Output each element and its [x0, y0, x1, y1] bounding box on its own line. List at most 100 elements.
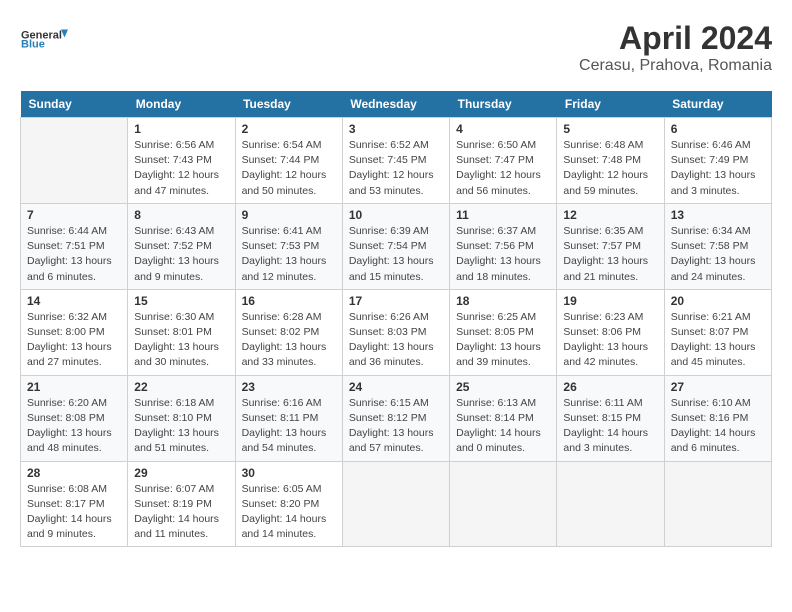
- calendar-cell: 2 Sunrise: 6:54 AMSunset: 7:44 PMDaylight…: [235, 118, 342, 204]
- day-number: 3: [349, 122, 443, 136]
- day-info: Sunrise: 6:34 AMSunset: 7:58 PMDaylight:…: [671, 224, 765, 285]
- day-info: Sunrise: 6:08 AMSunset: 8:17 PMDaylight:…: [27, 482, 121, 543]
- weekday-header-friday: Friday: [557, 91, 664, 118]
- day-number: 7: [27, 208, 121, 222]
- day-number: 11: [456, 208, 550, 222]
- calendar-cell: 5Sunrise: 6:48 AMSunset: 7:48 PMDaylight…: [557, 118, 664, 204]
- day-number: 23: [242, 380, 336, 394]
- calendar-cell: 13 Sunrise: 6:34 AMSunset: 7:58 PMDayligh…: [664, 203, 771, 289]
- day-info: Sunrise: 6:46 AMSunset: 7:49 PMDaylight:…: [671, 138, 765, 199]
- day-info: Sunrise: 6:39 AMSunset: 7:54 PMDaylight:…: [349, 224, 443, 285]
- day-number: 19: [563, 294, 657, 308]
- calendar-cell: 1Sunrise: 6:56 AMSunset: 7:43 PMDaylight…: [128, 118, 235, 204]
- weekday-header-row: SundayMondayTuesdayWednesdayThursdayFrid…: [21, 91, 772, 118]
- day-number: 26: [563, 380, 657, 394]
- day-info: Sunrise: 6:11 AMSunset: 8:15 PMDaylight:…: [563, 396, 657, 457]
- calendar-cell: 9 Sunrise: 6:41 AMSunset: 7:53 PMDaylight…: [235, 203, 342, 289]
- day-number: 16: [242, 294, 336, 308]
- day-info: Sunrise: 6:18 AMSunset: 8:10 PMDaylight:…: [134, 396, 228, 457]
- day-number: 8: [134, 208, 228, 222]
- day-info: Sunrise: 6:32 AMSunset: 8:00 PMDaylight:…: [27, 310, 121, 371]
- day-info: Sunrise: 6:41 AMSunset: 7:53 PMDaylight:…: [242, 224, 336, 285]
- day-number: 2: [242, 122, 336, 136]
- calendar-cell: 3 Sunrise: 6:52 AMSunset: 7:45 PMDaylight…: [342, 118, 449, 204]
- calendar-week-3: 14 Sunrise: 6:32 AMSunset: 8:00 PMDayligh…: [21, 289, 772, 375]
- day-number: 22: [134, 380, 228, 394]
- calendar-cell: 24 Sunrise: 6:15 AMSunset: 8:12 PMDayligh…: [342, 375, 449, 461]
- day-info: Sunrise: 6:10 AMSunset: 8:16 PMDaylight:…: [671, 396, 765, 457]
- day-info: Sunrise: 6:16 AMSunset: 8:11 PMDaylight:…: [242, 396, 336, 457]
- calendar-cell: 20 Sunrise: 6:21 AMSunset: 8:07 PMDayligh…: [664, 289, 771, 375]
- day-info: Sunrise: 6:35 AMSunset: 7:57 PMDaylight:…: [563, 224, 657, 285]
- calendar-cell: [21, 118, 128, 204]
- calendar-cell: 18 Sunrise: 6:25 AMSunset: 8:05 PMDayligh…: [450, 289, 557, 375]
- page-subtitle: Cerasu, Prahova, Romania: [579, 57, 772, 75]
- day-info: Sunrise: 6:43 AMSunset: 7:52 PMDaylight:…: [134, 224, 228, 285]
- calendar-cell: 4 Sunrise: 6:50 AMSunset: 7:47 PMDaylight…: [450, 118, 557, 204]
- day-number: 17: [349, 294, 443, 308]
- calendar-cell: [557, 461, 664, 547]
- day-number: 9: [242, 208, 336, 222]
- day-info: Sunrise: 6:26 AMSunset: 8:03 PMDaylight:…: [349, 310, 443, 371]
- calendar-cell: 25Sunrise: 6:13 AMSunset: 8:14 PMDayligh…: [450, 375, 557, 461]
- calendar-table: SundayMondayTuesdayWednesdayThursdayFrid…: [20, 91, 772, 547]
- day-number: 14: [27, 294, 121, 308]
- day-number: 15: [134, 294, 228, 308]
- calendar-cell: 7 Sunrise: 6:44 AMSunset: 7:51 PMDaylight…: [21, 203, 128, 289]
- day-number: 10: [349, 208, 443, 222]
- calendar-week-2: 7 Sunrise: 6:44 AMSunset: 7:51 PMDaylight…: [21, 203, 772, 289]
- calendar-cell: 6Sunrise: 6:46 AMSunset: 7:49 PMDaylight…: [664, 118, 771, 204]
- svg-text:Blue: Blue: [21, 39, 45, 51]
- day-info: Sunrise: 6:15 AMSunset: 8:12 PMDaylight:…: [349, 396, 443, 457]
- day-info: Sunrise: 6:05 AMSunset: 8:20 PMDaylight:…: [242, 482, 336, 543]
- day-info: Sunrise: 6:25 AMSunset: 8:05 PMDaylight:…: [456, 310, 550, 371]
- calendar-cell: 12 Sunrise: 6:35 AMSunset: 7:57 PMDayligh…: [557, 203, 664, 289]
- day-number: 18: [456, 294, 550, 308]
- page-title: April 2024: [579, 20, 772, 57]
- calendar-cell: 19Sunrise: 6:23 AMSunset: 8:06 PMDayligh…: [557, 289, 664, 375]
- day-number: 28: [27, 466, 121, 480]
- day-info: Sunrise: 6:21 AMSunset: 8:07 PMDaylight:…: [671, 310, 765, 371]
- calendar-cell: 14 Sunrise: 6:32 AMSunset: 8:00 PMDayligh…: [21, 289, 128, 375]
- calendar-cell: 22 Sunrise: 6:18 AMSunset: 8:10 PMDayligh…: [128, 375, 235, 461]
- day-number: 24: [349, 380, 443, 394]
- calendar-cell: 17 Sunrise: 6:26 AMSunset: 8:03 PMDayligh…: [342, 289, 449, 375]
- calendar-cell: [342, 461, 449, 547]
- weekday-header-thursday: Thursday: [450, 91, 557, 118]
- day-info: Sunrise: 6:44 AMSunset: 7:51 PMDaylight:…: [27, 224, 121, 285]
- calendar-cell: 23 Sunrise: 6:16 AMSunset: 8:11 PMDayligh…: [235, 375, 342, 461]
- day-number: 1: [134, 122, 228, 136]
- calendar-cell: 29Sunrise: 6:07 AMSunset: 8:19 PMDayligh…: [128, 461, 235, 547]
- calendar-cell: 26 Sunrise: 6:11 AMSunset: 8:15 PMDayligh…: [557, 375, 664, 461]
- day-info: Sunrise: 6:30 AMSunset: 8:01 PMDaylight:…: [134, 310, 228, 371]
- weekday-header-saturday: Saturday: [664, 91, 771, 118]
- day-info: Sunrise: 6:52 AMSunset: 7:45 PMDaylight:…: [349, 138, 443, 199]
- calendar-cell: 16Sunrise: 6:28 AMSunset: 8:02 PMDayligh…: [235, 289, 342, 375]
- page-header: General Blue April 2024 Cerasu, Prahova,…: [20, 20, 772, 75]
- day-info: Sunrise: 6:13 AMSunset: 8:14 PMDaylight:…: [456, 396, 550, 457]
- day-number: 30: [242, 466, 336, 480]
- day-number: 4: [456, 122, 550, 136]
- calendar-week-1: 1Sunrise: 6:56 AMSunset: 7:43 PMDaylight…: [21, 118, 772, 204]
- day-number: 12: [563, 208, 657, 222]
- calendar-cell: 21Sunrise: 6:20 AMSunset: 8:08 PMDayligh…: [21, 375, 128, 461]
- day-info: Sunrise: 6:48 AMSunset: 7:48 PMDaylight:…: [563, 138, 657, 199]
- calendar-cell: 30 Sunrise: 6:05 AMSunset: 8:20 PMDayligh…: [235, 461, 342, 547]
- weekday-header-tuesday: Tuesday: [235, 91, 342, 118]
- calendar-week-4: 21Sunrise: 6:20 AMSunset: 8:08 PMDayligh…: [21, 375, 772, 461]
- calendar-week-5: 28 Sunrise: 6:08 AMSunset: 8:17 PMDayligh…: [21, 461, 772, 547]
- calendar-cell: 11Sunrise: 6:37 AMSunset: 7:56 PMDayligh…: [450, 203, 557, 289]
- day-number: 27: [671, 380, 765, 394]
- calendar-cell: 28 Sunrise: 6:08 AMSunset: 8:17 PMDayligh…: [21, 461, 128, 547]
- calendar-cell: 27 Sunrise: 6:10 AMSunset: 8:16 PMDayligh…: [664, 375, 771, 461]
- calendar-cell: [664, 461, 771, 547]
- day-info: Sunrise: 6:54 AMSunset: 7:44 PMDaylight:…: [242, 138, 336, 199]
- day-number: 13: [671, 208, 765, 222]
- logo: General Blue: [20, 20, 70, 60]
- day-info: Sunrise: 6:50 AMSunset: 7:47 PMDaylight:…: [456, 138, 550, 199]
- weekday-header-monday: Monday: [128, 91, 235, 118]
- calendar-cell: 15 Sunrise: 6:30 AMSunset: 8:01 PMDayligh…: [128, 289, 235, 375]
- calendar-cell: 10 Sunrise: 6:39 AMSunset: 7:54 PMDayligh…: [342, 203, 449, 289]
- day-number: 20: [671, 294, 765, 308]
- weekday-header-sunday: Sunday: [21, 91, 128, 118]
